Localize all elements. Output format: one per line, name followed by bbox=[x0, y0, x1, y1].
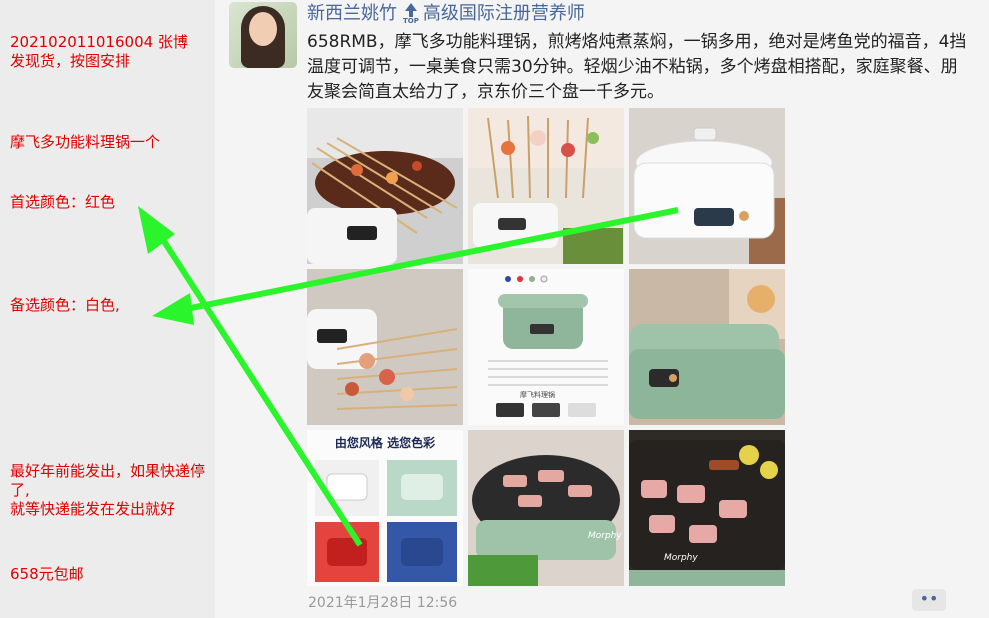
annotation-arrows bbox=[138, 206, 679, 547]
arrow-red-to-first-color bbox=[138, 206, 363, 547]
arrow-white-to-alt-color bbox=[152, 207, 679, 325]
